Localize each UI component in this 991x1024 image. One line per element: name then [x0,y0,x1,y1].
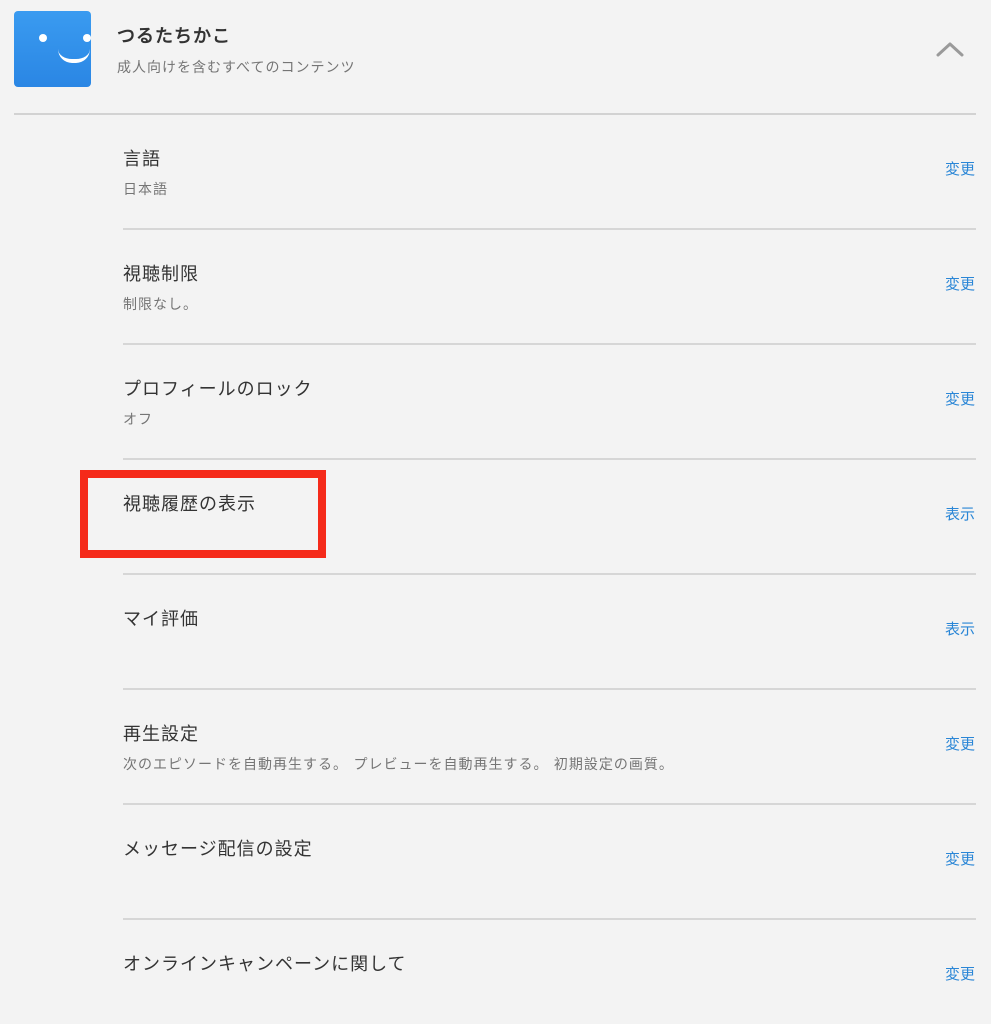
change-communications-link[interactable]: 変更 [945,848,975,869]
setting-title: メッセージ配信の設定 [123,839,313,860]
profile-settings-page: つるたちかこ 成人向けを含むすべてのコンテンツ 言語 日本語 変更 視聴制限 制… [0,0,991,1024]
setting-row-online-campaigns: オンラインキャンペーンに関して 変更 [123,920,976,1024]
view-activity-link[interactable]: 表示 [945,503,975,524]
chevron-up-icon [936,42,964,57]
avatar-right-eye [83,34,91,42]
setting-row-communications: メッセージ配信の設定 変更 [123,805,976,920]
change-language-link[interactable]: 変更 [945,158,975,179]
view-ratings-link[interactable]: 表示 [945,618,975,639]
setting-value: オフ [123,412,153,428]
setting-row-ratings: マイ評価 表示 [123,575,976,690]
change-playback-link[interactable]: 変更 [945,733,975,754]
profile-maturity-level: 成人向けを含むすべてのコンテンツ [117,60,356,76]
profile-avatar [14,11,91,87]
collapse-toggle-button[interactable] [930,30,970,70]
profile-header[interactable]: つるたちかこ 成人向けを含むすべてのコンテンツ [0,0,991,114]
profile-name: つるたちかこ [117,26,231,47]
setting-title: 視聴履歴の表示 [123,494,256,515]
setting-value: 日本語 [123,182,168,198]
setting-row-playback: 再生設定 次のエピソードを自動再生する。 プレビューを自動再生する。 初期設定の… [123,690,976,805]
change-profile-lock-link[interactable]: 変更 [945,388,975,409]
setting-title: プロフィールのロック [123,379,313,400]
change-campaigns-link[interactable]: 変更 [945,963,975,984]
setting-row-viewing-restrictions: 視聴制限 制限なし。 変更 [123,230,976,345]
setting-row-viewing-activity: 視聴履歴の表示 表示 [123,460,976,575]
change-restrictions-link[interactable]: 変更 [945,273,975,294]
avatar-left-eye [39,34,47,42]
setting-title: オンラインキャンペーンに関して [123,954,407,975]
settings-list: 言語 日本語 変更 視聴制限 制限なし。 変更 プロフィールのロック オフ 変更… [123,115,976,1024]
setting-title: 視聴制限 [123,264,199,285]
setting-row-profile-lock: プロフィールのロック オフ 変更 [123,345,976,460]
setting-row-language: 言語 日本語 変更 [123,115,976,230]
setting-title: 言語 [123,149,161,170]
setting-title: マイ評価 [123,609,199,630]
setting-value: 次のエピソードを自動再生する。 プレビューを自動再生する。 初期設定の画質。 [123,757,674,773]
avatar-smile [58,49,90,63]
setting-value: 制限なし。 [123,297,198,313]
setting-title: 再生設定 [123,724,199,745]
